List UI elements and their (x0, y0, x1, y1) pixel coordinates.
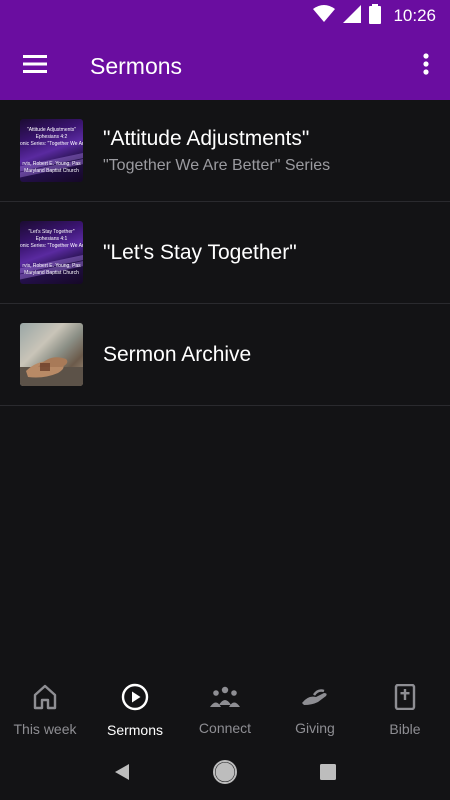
home-button[interactable] (205, 754, 245, 794)
overflow-menu-button[interactable] (402, 32, 450, 100)
thumbnail-text: Ephesians 4:1 (35, 236, 68, 242)
hamburger-menu-icon (23, 54, 47, 78)
sermon-thumbnail: "Let's Stay Together" Ephesians 4:1 onic… (20, 221, 83, 284)
thumbnail-text: onic Series: "Together We Are B (20, 243, 83, 249)
wifi-icon (313, 4, 336, 28)
tab-label: Sermons (106, 721, 164, 738)
play-circle-icon (121, 683, 149, 716)
app-bar: Sermons (0, 32, 450, 100)
status-time: 10:26 (393, 6, 436, 25)
sermon-thumbnail: "Attitude Adjustments" Ephesians 4:2 oni… (20, 119, 83, 182)
recents-button[interactable] (308, 754, 348, 794)
thumbnail-text: "Let's Stay Together" (28, 229, 75, 235)
menu-button[interactable] (0, 32, 70, 100)
tab-sermons[interactable]: Sermons (90, 672, 180, 748)
sermon-title: "Attitude Adjustments" (103, 126, 310, 150)
list-item[interactable]: Sermon Archive (0, 304, 450, 406)
back-triangle-icon (114, 763, 130, 786)
list-item[interactable]: "Attitude Adjustments" Ephesians 4:2 oni… (0, 100, 450, 202)
system-navigation-bar (0, 748, 450, 800)
tab-this-week[interactable]: This week (0, 672, 90, 748)
thumbnail-text: "Attitude Adjustments" (26, 127, 77, 133)
home-icon (33, 684, 57, 715)
sermon-archive-thumbnail (20, 323, 83, 386)
home-circle-icon (212, 759, 237, 789)
bible-icon (394, 683, 416, 715)
more-vert-icon (423, 52, 429, 80)
tab-label: Connect (198, 719, 252, 736)
tab-label: This week (13, 720, 77, 737)
back-button[interactable] (102, 754, 142, 794)
thumbnail-text: onic Series: "Together We Are B (20, 141, 83, 147)
sermon-title: Sermon Archive (103, 342, 252, 366)
list-item[interactable]: "Let's Stay Together" Ephesians 4:1 onic… (0, 202, 450, 304)
thumbnail-text: rvis, Robert E. Young, Pas (22, 263, 81, 269)
tab-giving[interactable]: Giving (270, 672, 360, 748)
thumbnail-text: Maryland Baptist Church (24, 270, 79, 276)
sermon-title: "Let's Stay Together" (103, 240, 297, 264)
thumbnail-text: rvis, Robert E. Young, Pas (22, 161, 81, 167)
status-bar: 10:26 (0, 0, 450, 32)
tab-label: Giving (295, 719, 335, 736)
recents-square-icon (320, 763, 337, 785)
praying-hands-image (20, 357, 83, 386)
sermon-list: "Attitude Adjustments" Ephesians 4:2 oni… (0, 100, 450, 406)
bottom-navigation: This week Sermons Connect Giving Bible (0, 672, 450, 748)
signal-icon (343, 4, 362, 28)
tab-bible[interactable]: Bible (360, 672, 450, 748)
tab-connect[interactable]: Connect (180, 672, 270, 748)
sermon-subtitle: "Together We Are Better" Series (103, 156, 331, 174)
page-title: Sermons (90, 52, 183, 79)
thumbnail-text: Maryland Baptist Church (24, 168, 79, 174)
thumbnail-text: Ephesians 4:2 (35, 134, 68, 140)
people-icon (209, 685, 241, 714)
tab-label: Bible (389, 720, 421, 737)
giving-hand-icon (300, 685, 330, 714)
battery-icon (369, 3, 382, 29)
